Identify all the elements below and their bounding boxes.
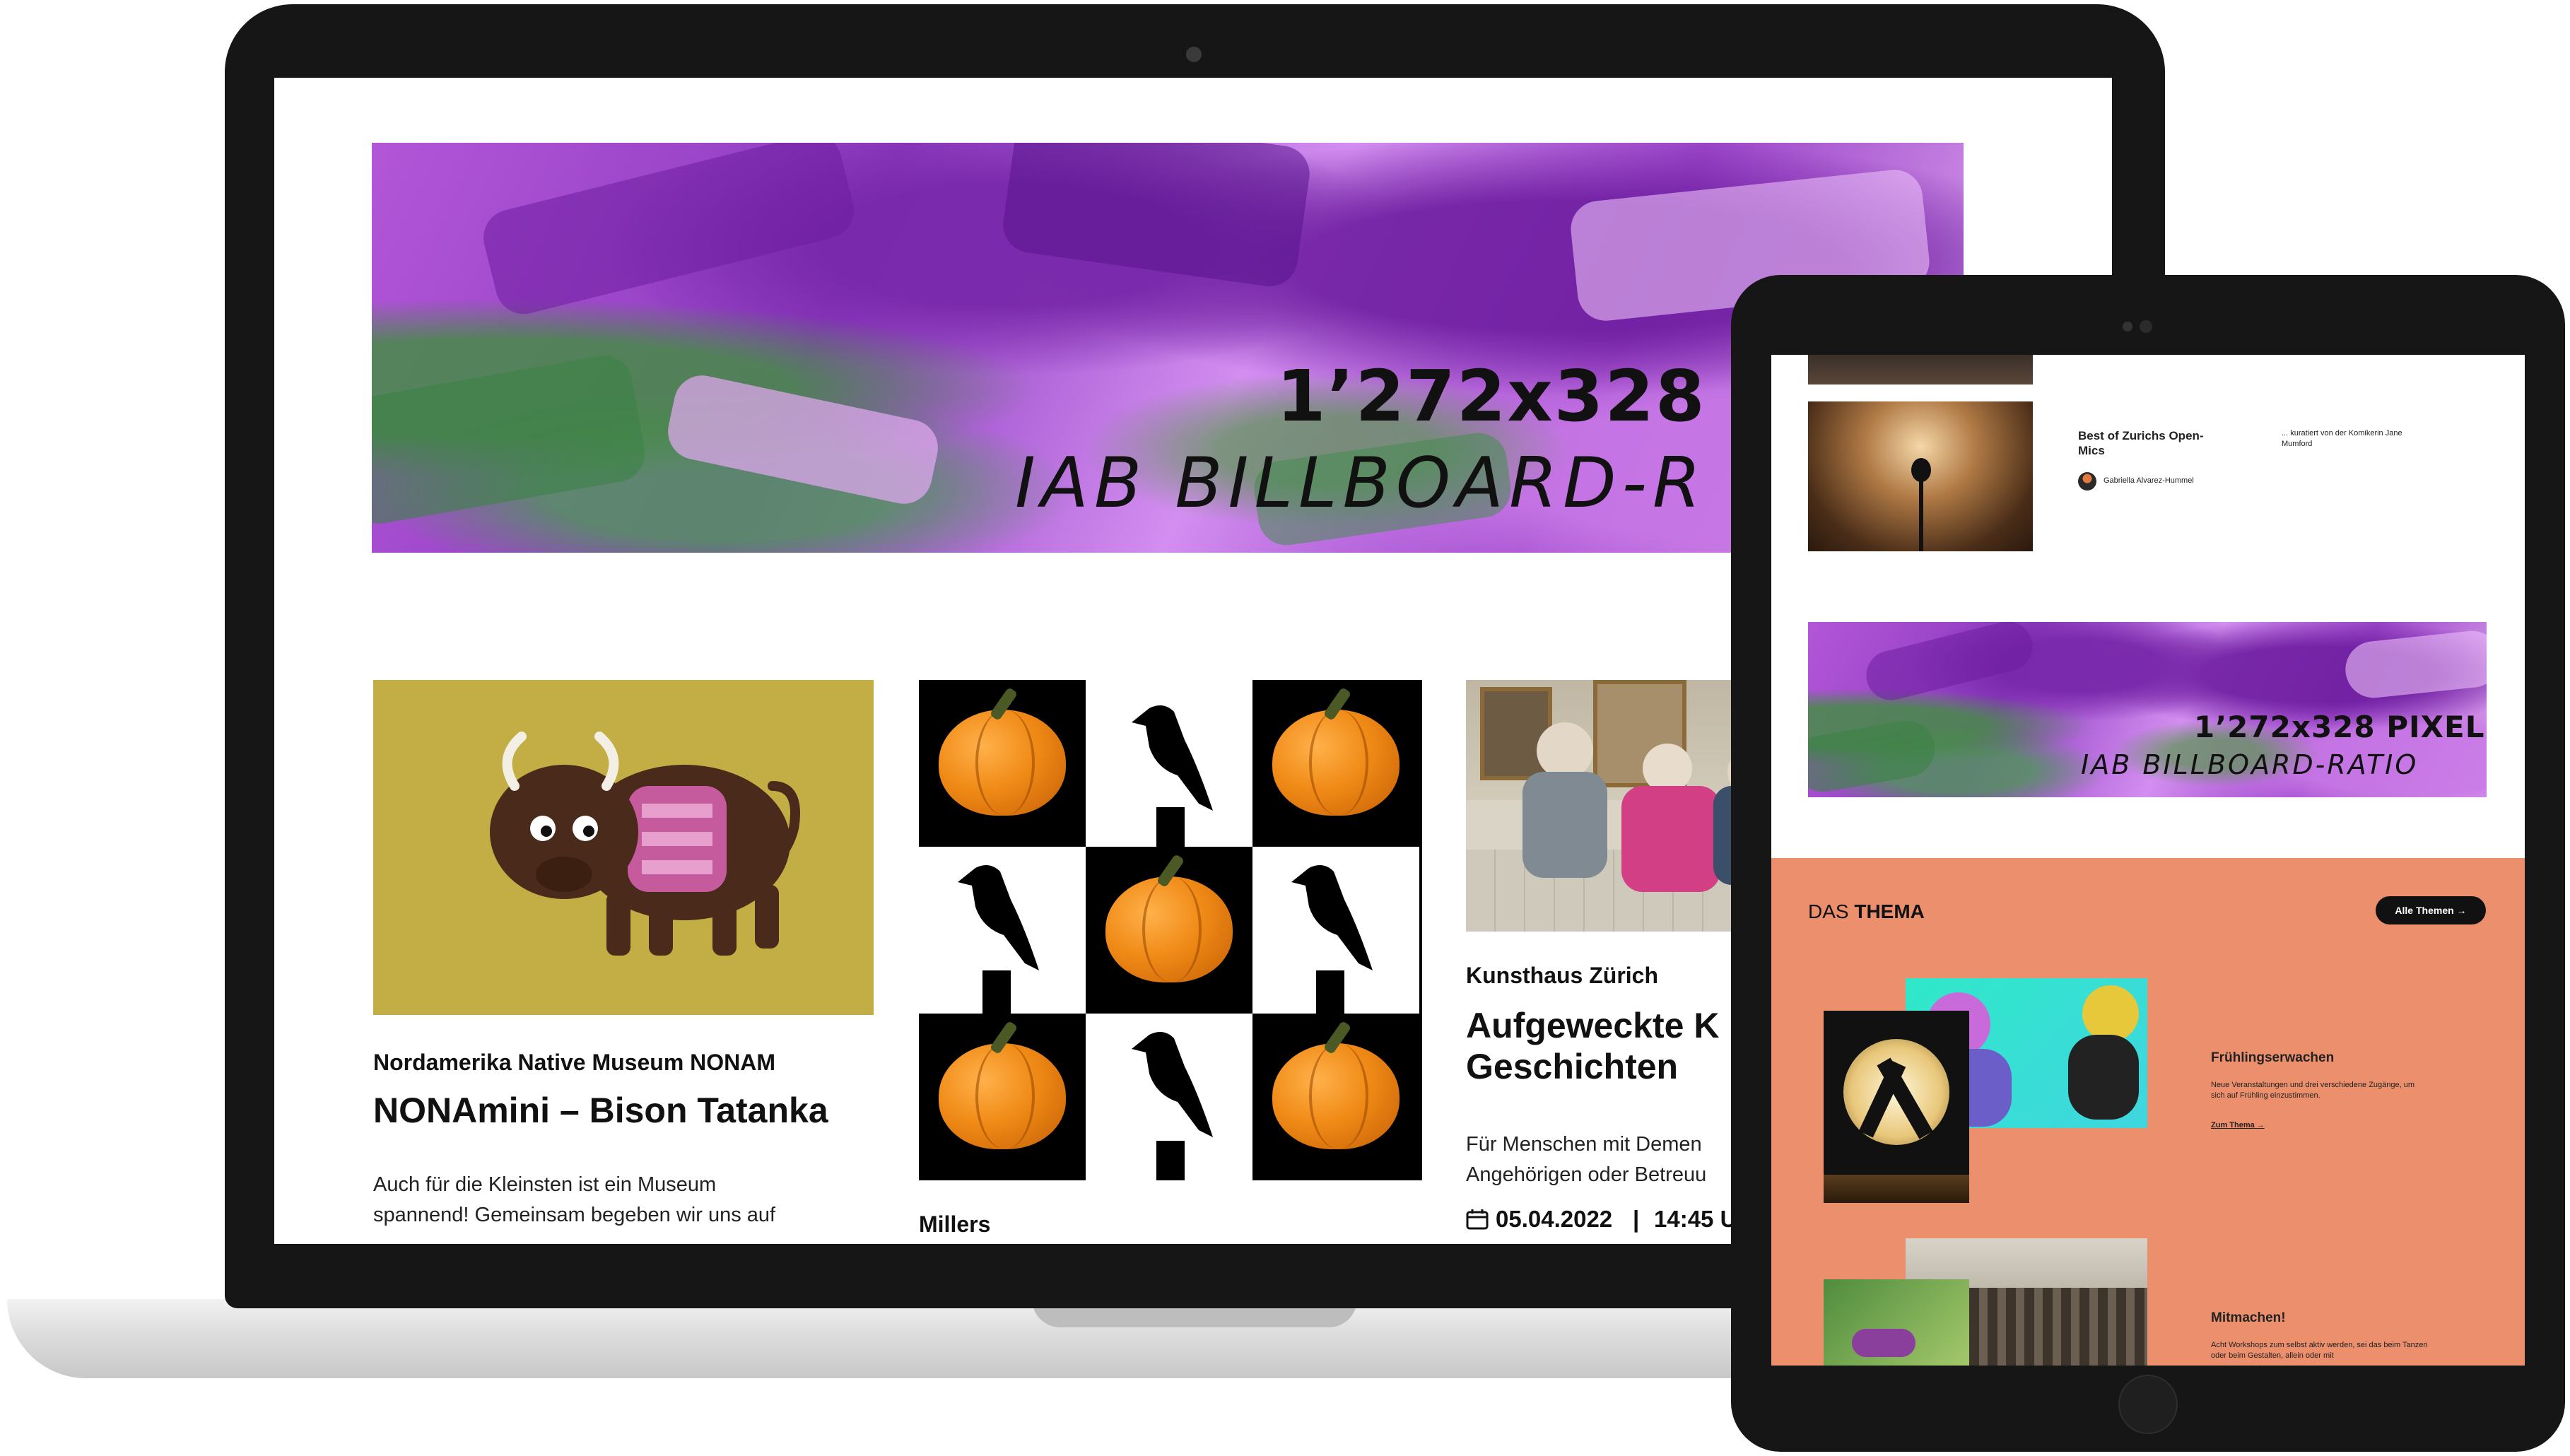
hands-image[interactable] (1824, 1279, 1969, 1366)
crow-icon (1132, 705, 1213, 847)
item1-text: Neue Veranstaltungen und drei verschiede… (2211, 1081, 2415, 1100)
pumpkin-icon (1105, 876, 1233, 982)
item2-text: Acht Workshops zum selbst aktiv werden, … (2211, 1341, 2428, 1360)
billboard-banner[interactable]: 1’272x328 P IAB BILLBOARD-R (372, 143, 1964, 553)
card3-title-line1[interactable]: Aufgeweckte K (1466, 1005, 1719, 1046)
bison-illustration[interactable] (373, 680, 874, 1015)
tablet-screen: Best of Zurichs Open-Mics Gabriella Alva… (1771, 355, 2525, 1366)
all-topics-button[interactable]: Alle Themen → (2376, 896, 2486, 924)
card1-title[interactable]: NONAmini – Bison Tatanka (373, 1090, 828, 1131)
teaser-title[interactable]: Best of Zurichs Open-Mics (2078, 428, 2219, 458)
event-date: 05.04.2022 (1496, 1206, 1613, 1232)
pumpkin-icon (939, 710, 1066, 816)
card2-venue: Millers (919, 1211, 991, 1237)
tablet-camera (2140, 320, 2152, 333)
tablet-billboard-banner[interactable]: 1’272x328 PIXEL IAB BILLBOARD-RATIO (1808, 622, 2487, 797)
card3-description-line2: Angehörigen oder Betreuu (1466, 1163, 1707, 1186)
card1-description-line1: Auch für die Kleinsten ist ein Museum (373, 1173, 717, 1196)
tablet-banner-headline: 1’272x328 PIXEL (2194, 710, 2485, 744)
card3-venue: Kunsthaus Zürich (1466, 963, 1659, 988)
crow-icon (958, 865, 1039, 1014)
laptop-camera (1186, 47, 1202, 62)
bison-icon (490, 732, 800, 956)
banner-headline: 1’272x328 P (1277, 355, 1785, 438)
pumpkin-crow-image[interactable] (919, 680, 1422, 1180)
previous-teaser-image[interactable] (1808, 355, 2033, 384)
event-time: 14:45 U (1654, 1206, 1737, 1232)
tablet-home-button[interactable] (2118, 1375, 2178, 1434)
card3-title-line2[interactable]: Geschichten (1466, 1046, 1678, 1087)
avatar (2078, 472, 2096, 491)
card3-description-line1: Für Menschen mit Demen (1466, 1133, 1702, 1156)
pumpkin-icon (1272, 710, 1400, 816)
item1-link[interactable]: Zum Thema → (2211, 1121, 2265, 1129)
thema-heading-bold: THEMA (1854, 900, 1925, 922)
thema-section: DAS THEMA Alle Themen → Frühlingserwache… (1771, 858, 2525, 1366)
teaser-author: Gabriella Alvarez-Hummel (2103, 476, 2194, 485)
crow-icon (1291, 865, 1373, 1014)
tablet-banner-subline: IAB BILLBOARD-RATIO (2081, 749, 2419, 780)
thema-heading-prefix: DAS (1808, 900, 1849, 922)
date-separator: | (1633, 1206, 1640, 1232)
teaser-blurb: ... kuratiert von der Komikerin Jane Mum… (2282, 429, 2402, 448)
item1-title[interactable]: Frühlingserwachen (2211, 1050, 2334, 1066)
open-mic-photo[interactable] (1808, 401, 2033, 551)
thema-heading: DAS THEMA (1808, 900, 1925, 923)
pumpkin-icon (1272, 1043, 1400, 1149)
card1-description-line2: spannend! Gemeinsam begeben wir uns auf (373, 1204, 776, 1226)
banner-subline: IAB BILLBOARD-R (1015, 443, 1707, 524)
tablet-sensor (2123, 322, 2132, 331)
pumpkin-icon (939, 1043, 1066, 1149)
calendar-icon (1466, 1209, 1489, 1230)
crow-icon (1132, 1032, 1213, 1180)
card1-venue: Nordamerika Native Museum NONAM (373, 1050, 776, 1075)
item2-title[interactable]: Mitmachen! (2211, 1310, 2286, 1326)
dancers-image[interactable] (1824, 1011, 1969, 1203)
